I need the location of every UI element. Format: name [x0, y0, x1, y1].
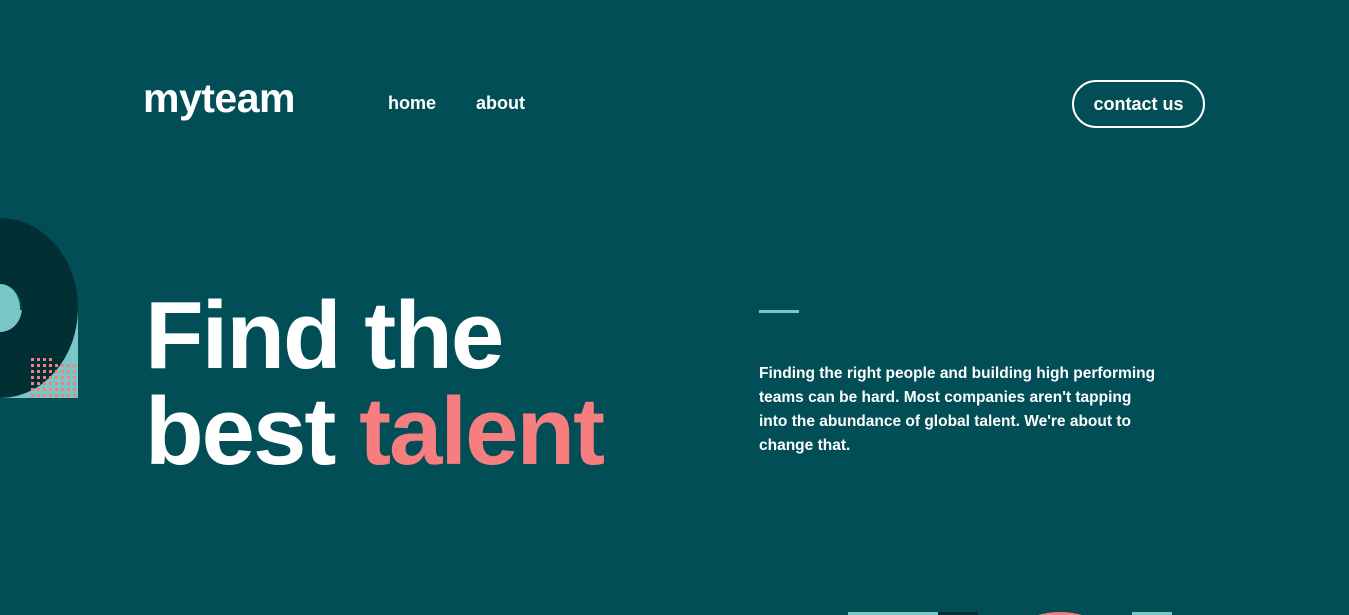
page: myteam home about contact us Find the be… — [0, 0, 1349, 615]
hero-heading-line1: Find the — [145, 282, 504, 389]
logo[interactable]: myteam — [143, 78, 295, 119]
left-decoration-icon — [0, 218, 78, 398]
bottom-decoration-icon — [848, 612, 1172, 615]
nav-link-about[interactable]: about — [476, 93, 525, 114]
main-nav: home about — [388, 93, 525, 114]
contact-us-button[interactable]: contact us — [1072, 80, 1205, 128]
nav-link-home[interactable]: home — [388, 93, 436, 114]
hero-description: Finding the right people and building hi… — [759, 365, 1156, 454]
accent-divider — [759, 310, 799, 313]
hero-heading-accent: talent — [359, 378, 605, 485]
hero-heading-line2-plain: best — [145, 378, 360, 485]
hero-heading: Find the best talent — [145, 288, 605, 480]
